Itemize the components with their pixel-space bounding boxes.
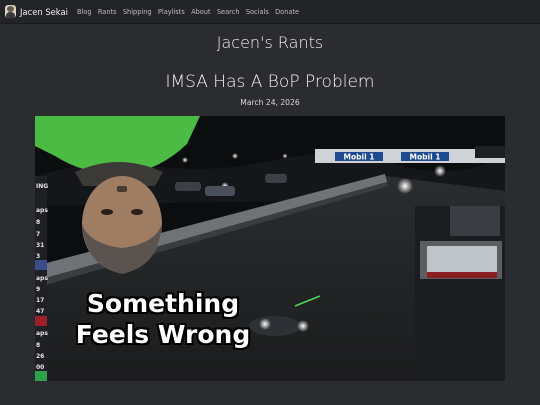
caption-line-2: Feels Wrong (75, 320, 251, 349)
brand-name: Jacen Sekai (20, 6, 68, 17)
svg-text:26: 26 (36, 353, 44, 360)
avatar-icon (5, 5, 16, 18)
nav-link-donate[interactable]: Donate (275, 8, 299, 16)
brand-link[interactable]: Jacen Sekai (5, 5, 68, 18)
nav-link-socials[interactable]: Socials (246, 8, 269, 16)
top-navbar: Jacen Sekai Blog Rants Shipping Playlist… (0, 0, 540, 24)
svg-text:00: 00 (36, 364, 44, 371)
svg-text:aps: aps (36, 207, 48, 214)
svg-text:3: 3 (36, 253, 40, 260)
hero-caption: Something Feels Wrong (63, 288, 263, 350)
svg-text:9: 9 (36, 286, 40, 293)
svg-text:ING: ING (36, 183, 48, 190)
nav-link-rants[interactable]: Rants (98, 8, 117, 16)
caption-line-1: Something (86, 289, 240, 318)
nav-link-about[interactable]: About (191, 8, 211, 16)
site-title: Jacen's Rants (216, 33, 324, 52)
svg-text:aps: aps (36, 275, 48, 282)
nav-link-blog[interactable]: Blog (77, 8, 92, 16)
nav-link-shipping[interactable]: Shipping (123, 8, 152, 16)
nav-link-playlists[interactable]: Playlists (158, 8, 185, 16)
svg-text:7: 7 (36, 231, 40, 238)
svg-text:17: 17 (36, 297, 44, 304)
svg-text:47: 47 (36, 308, 44, 315)
post-title: IMSA Has A BoP Problem (165, 72, 375, 92)
sign-right-text: Mobil 1 (410, 153, 441, 162)
svg-text:31: 31 (36, 242, 44, 249)
sign-left-text: Mobil 1 (344, 153, 375, 162)
post-body-text (35, 399, 505, 405)
svg-text:aps: aps (36, 330, 48, 337)
svg-text:8: 8 (36, 342, 40, 349)
nav-link-search[interactable]: Search (217, 8, 240, 16)
post-date: March 24, 2026 (240, 98, 300, 107)
hero-image: Mobil 1 Mobil 1 ING aps 8 7 31 3 aps 9 1… (35, 116, 505, 381)
svg-text:8: 8 (36, 219, 40, 226)
